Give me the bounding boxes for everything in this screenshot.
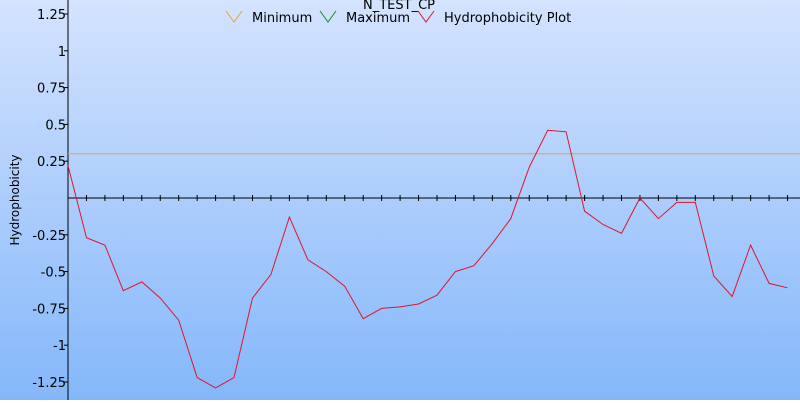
y-tick-label: -0.5 <box>41 266 66 281</box>
hydrophobicity-chart: N_TEST_CP 1.25 1 0.75 0.5 0.25 -0.25 -0.5 -0.75… <box>0 0 800 400</box>
legend-label: Hydrophobicity Plot <box>444 11 571 26</box>
y-tick-label: -0.25 <box>32 229 66 244</box>
y-tick-label: -1.25 <box>32 376 66 391</box>
y-tick-label: -0.75 <box>32 302 66 317</box>
y-tick-label: 0.25 <box>37 155 66 170</box>
y-tick-label: 1.25 <box>37 8 66 23</box>
legend-label: Maximum <box>346 11 410 26</box>
y-tick-label: -1 <box>53 339 66 354</box>
chart-svg: N_TEST_CP 1.2510.750.50.25-0.25-0.5-0.75… <box>0 0 800 400</box>
y-tick-label: 0.5 <box>45 118 66 133</box>
y-axis-label: Hydrophobicity <box>8 154 22 245</box>
y-tick-label: 1 <box>58 45 66 60</box>
y-tick-label: 0.75 <box>37 82 66 97</box>
legend-label: Minimum <box>252 11 312 26</box>
chart-legend: Minimum Maximum Hydrophobicity Plot <box>225 10 571 26</box>
